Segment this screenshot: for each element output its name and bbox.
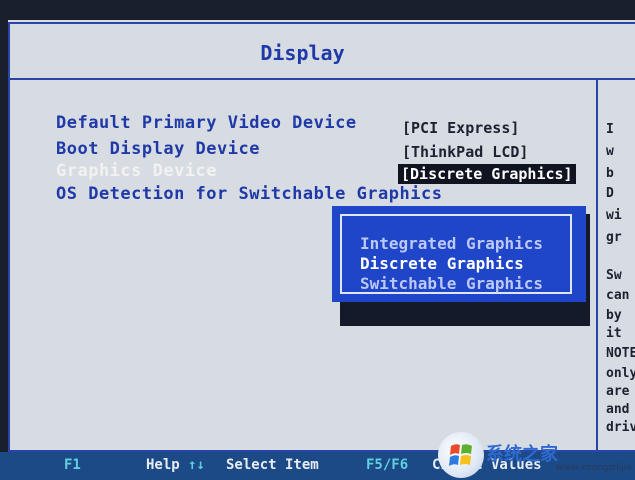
help-line: b <box>606 166 614 181</box>
watermark-brand: 系统之家 <box>486 444 558 465</box>
value-graphics-device[interactable]: [Discrete Graphics] <box>398 164 576 184</box>
menu-item-default-primary-video-device[interactable]: Default Primary Video Device <box>56 113 357 133</box>
help-line: and t <box>606 402 635 417</box>
value-boot-display-device[interactable]: [ThinkPad LCD] <box>402 143 528 161</box>
popup-border: Integrated Graphics Discrete Graphics Sw… <box>340 214 572 294</box>
monitor-bezel <box>0 0 635 20</box>
menu-item-graphics-device[interactable]: Graphics Device <box>56 161 217 181</box>
page-title: Display <box>260 41 345 65</box>
f5f6-key: F5/F6 <box>366 457 409 473</box>
help-line: only <box>606 366 635 381</box>
help-line: gr <box>606 230 622 245</box>
f1-key: F1 <box>64 457 81 473</box>
option-discrete-graphics[interactable]: Discrete Graphics <box>360 254 524 273</box>
option-integrated-graphics[interactable]: Integrated Graphics <box>360 234 543 253</box>
help-line: D <box>606 186 614 201</box>
monitor-bezel-left <box>0 0 8 480</box>
help-line: NOTE <box>606 346 635 361</box>
value-default-primary-video-device[interactable]: [PCI Express] <box>402 119 519 137</box>
help-line: Sw <box>606 268 622 283</box>
graphics-device-popup: Integrated Graphics Discrete Graphics Sw… <box>332 206 586 302</box>
help-divider <box>596 80 598 452</box>
help-line: wi <box>606 208 622 223</box>
help-line: w <box>606 144 614 159</box>
site-watermark: 系统之家 www.xitongzhijia.net <box>438 432 635 480</box>
help-line: by <box>606 308 622 323</box>
item-specific-help: I w b D wi gr Sw can by it NOTE only are… <box>600 80 635 452</box>
watermark-url: www.xitongzhijia.net <box>556 463 635 473</box>
help-line: can <box>606 288 630 303</box>
help-line: it <box>606 326 622 341</box>
select-item-label: Select Item <box>226 457 319 473</box>
windows-logo-icon <box>438 432 484 478</box>
menu-item-os-detection-switchable-graphics[interactable]: OS Detection for Switchable Graphics <box>56 184 442 204</box>
help-label: Help <box>146 457 180 473</box>
menu-item-boot-display-device[interactable]: Boot Display Device <box>56 139 260 159</box>
help-line: I <box>606 122 614 137</box>
option-switchable-graphics[interactable]: Switchable Graphics <box>360 274 543 293</box>
arrow-keys-icon: ↑↓ <box>188 457 205 473</box>
bios-screen: Display Default Primary Video Device [PC… <box>0 0 635 480</box>
help-line: are <box>606 384 630 399</box>
